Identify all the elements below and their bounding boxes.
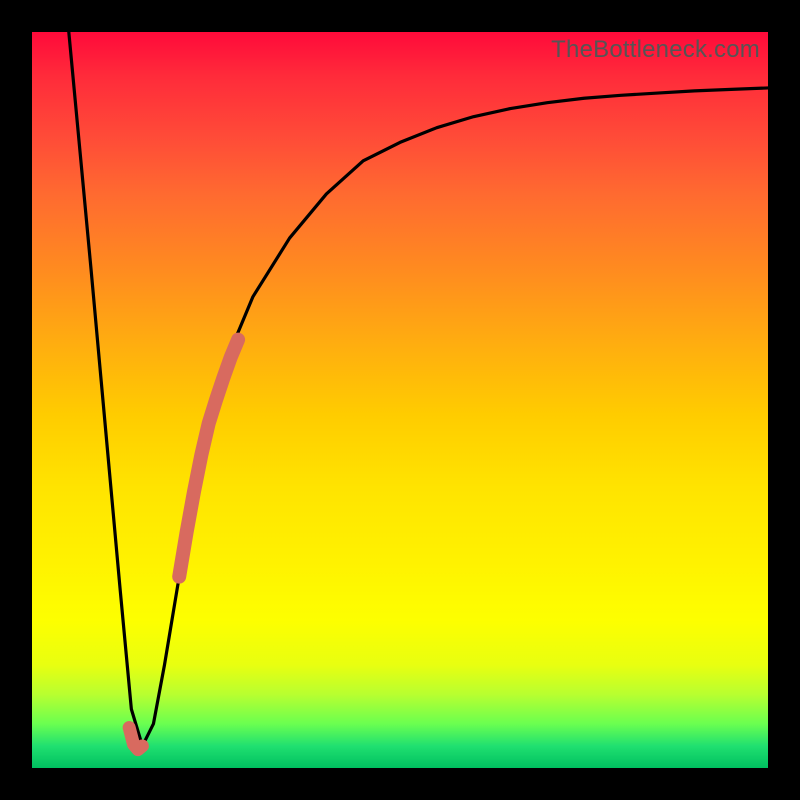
plot-area: TheBottleneck.com [32, 32, 768, 768]
highlight-rising-segment [179, 340, 238, 577]
chart-svg [32, 32, 768, 768]
chart-frame: TheBottleneck.com [0, 0, 800, 800]
bottleneck-curve-path [69, 32, 768, 746]
